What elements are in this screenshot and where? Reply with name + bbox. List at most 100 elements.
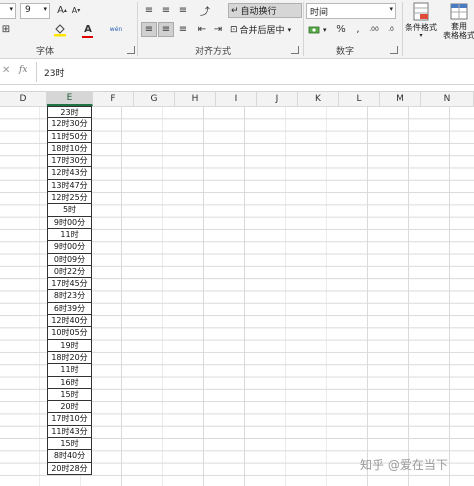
cell-e[interactable]: 19时 [47,339,92,352]
cell-e[interactable]: 12时43分 [47,167,92,180]
column-header-k[interactable]: K [298,92,339,106]
column-header-n[interactable]: N [421,92,474,106]
cell-e[interactable]: 6时39分 [47,302,92,316]
cell-e[interactable]: 13时47分 [47,179,92,193]
cell-e[interactable]: 11时 [47,364,92,377]
ribbon: ▾ 9 ▾ A ▴ A ▾ ⊞ A wén 字体 ≡ ≡ ≡ ⤴ ≡ ≡ ≡ ⇤ ⇥… [0,0,474,59]
number-group-label: 数字 [336,47,355,57]
decrease-decimal-icon[interactable]: .0 [383,22,399,37]
cell-e[interactable]: 17时45分 [47,278,92,291]
cell-e[interactable]: 0时09分 [47,253,92,266]
font-size-value: 9 [25,5,31,15]
align-bottom-icon[interactable]: ≡ [175,3,191,18]
cell-e[interactable]: 8时23分 [47,290,92,303]
chevron-down-icon: ▾ [9,5,13,13]
watermark: 知乎 @爱在当下 [360,458,448,472]
conditional-format-button[interactable]: 条件格式 ▾ [404,2,438,42]
align-left-icon[interactable]: ≡ [141,22,157,37]
column-header-e[interactable]: E [47,92,93,106]
chevron-down-icon: ▾ [389,5,393,13]
formula-input[interactable]: 23时 [44,66,64,79]
chevron-down-icon[interactable]: ▾ [323,26,327,34]
ribbon-separator [303,2,304,56]
column-header-l[interactable]: L [339,92,380,106]
cell-e[interactable]: 10时05分 [47,327,92,340]
format-table-label-line2: 表格格式 [443,31,474,40]
chevron-down-icon: ▾ [419,32,423,39]
decrease-font-icon[interactable]: A ▾ [68,3,84,18]
align-right-icon[interactable]: ≡ [175,22,191,37]
font-color-icon[interactable]: A [80,22,96,38]
font-dialog-launcher[interactable] [127,46,135,54]
column-header-m[interactable]: M [380,92,421,106]
cell-e[interactable]: 17时30分 [47,155,92,168]
alignment-dialog-launcher[interactable] [291,46,299,54]
alignment-group-label: 对齐方式 [195,47,232,57]
increase-indent-icon[interactable]: ⇥ [210,22,226,37]
column-e-cells: 23时 12时30分 11时50分 18时10分 17时30分 12时43分 1… [47,106,92,475]
column-header-j[interactable]: J [257,92,298,106]
font-name-dropdown[interactable]: ▾ [0,3,16,19]
cell-e[interactable]: 9时00分 [47,241,92,254]
ribbon-separator [137,2,138,56]
cell-e[interactable]: 11时 [47,228,92,242]
format-table-label-line1: 套用 [451,22,467,31]
format-table-button[interactable]: 套用 表格格式 [440,2,474,42]
comma-style-icon[interactable]: , [350,22,366,37]
cell-e[interactable]: 18时10分 [47,142,92,156]
orientation-icon[interactable]: ⤴ [197,3,213,18]
cell-e[interactable]: 17时10分 [47,413,92,426]
cell-e[interactable]: 18时20分 [47,351,92,365]
cell-e[interactable]: 12时25分 [47,192,92,205]
decrease-indent-icon[interactable]: ⇤ [194,22,210,37]
cell-e[interactable]: 23时 [47,106,92,119]
align-top-icon[interactable]: ≡ [141,3,157,18]
borders-icon[interactable]: ⊞ [0,22,14,37]
merge-center-icon: ⊡ [230,24,238,35]
cell-e[interactable]: 20时28分 [47,462,92,475]
wrap-text-icon: ↵ [231,5,239,16]
wrap-text-button[interactable]: ↵ 自动换行 [228,3,302,18]
cancel-icon[interactable]: ✕ [2,65,10,76]
cell-e[interactable]: 9时00分 [47,216,92,229]
column-header-h[interactable]: H [175,92,216,106]
font-group-label: 字体 [36,47,55,57]
cell-e[interactable]: 5时 [47,204,92,217]
increase-decimal-icon[interactable]: .00 [366,22,382,37]
number-format-dropdown[interactable]: 时间 ▾ [306,3,396,19]
fx-icon[interactable]: fx [19,65,27,75]
chevron-down-icon: ▾ [287,25,292,34]
cell-e[interactable]: 15时 [47,438,92,451]
column-header-i[interactable]: I [216,92,257,106]
currency-icon[interactable] [306,22,322,37]
cell-e[interactable]: 20时 [47,401,92,414]
cell-e[interactable]: 12时40分 [47,315,92,328]
cell-e[interactable]: 11时50分 [47,130,92,143]
percent-icon[interactable]: % [333,22,349,37]
phonetic-icon[interactable]: wén [108,22,124,37]
formula-divider [36,62,37,82]
chevron-down-icon: ▾ [43,5,47,13]
number-dialog-launcher[interactable] [390,46,398,54]
conditional-format-icon [413,2,429,21]
cell-e[interactable]: 0时22分 [47,265,92,279]
column-header-d[interactable]: D [0,92,47,106]
number-format-value: 时间 [310,8,329,18]
ribbon-separator [402,2,403,56]
wrap-text-label: 自动换行 [240,7,277,17]
column-header-f[interactable]: F [93,92,134,106]
cell-e[interactable]: 15时 [47,388,92,402]
phonetic-label: wén [109,26,123,33]
fill-color-icon[interactable] [52,22,68,37]
column-headers: D E F G H I J K L M N [0,91,474,107]
align-center-icon[interactable]: ≡ [158,22,174,37]
cell-e[interactable]: 12时30分 [47,118,92,131]
cell-e[interactable]: 8时40分 [47,450,92,463]
column-header-g[interactable]: G [134,92,175,106]
align-middle-icon[interactable]: ≡ [158,3,174,18]
cell-e[interactable]: 16时 [47,376,92,389]
merge-center-button[interactable]: ⊡ 合并后居中 ▾ [228,22,302,37]
cell-e[interactable]: 11时43分 [47,425,92,439]
font-size-dropdown[interactable]: 9 ▾ [20,3,50,19]
merge-center-label: 合并后居中 [239,26,285,36]
